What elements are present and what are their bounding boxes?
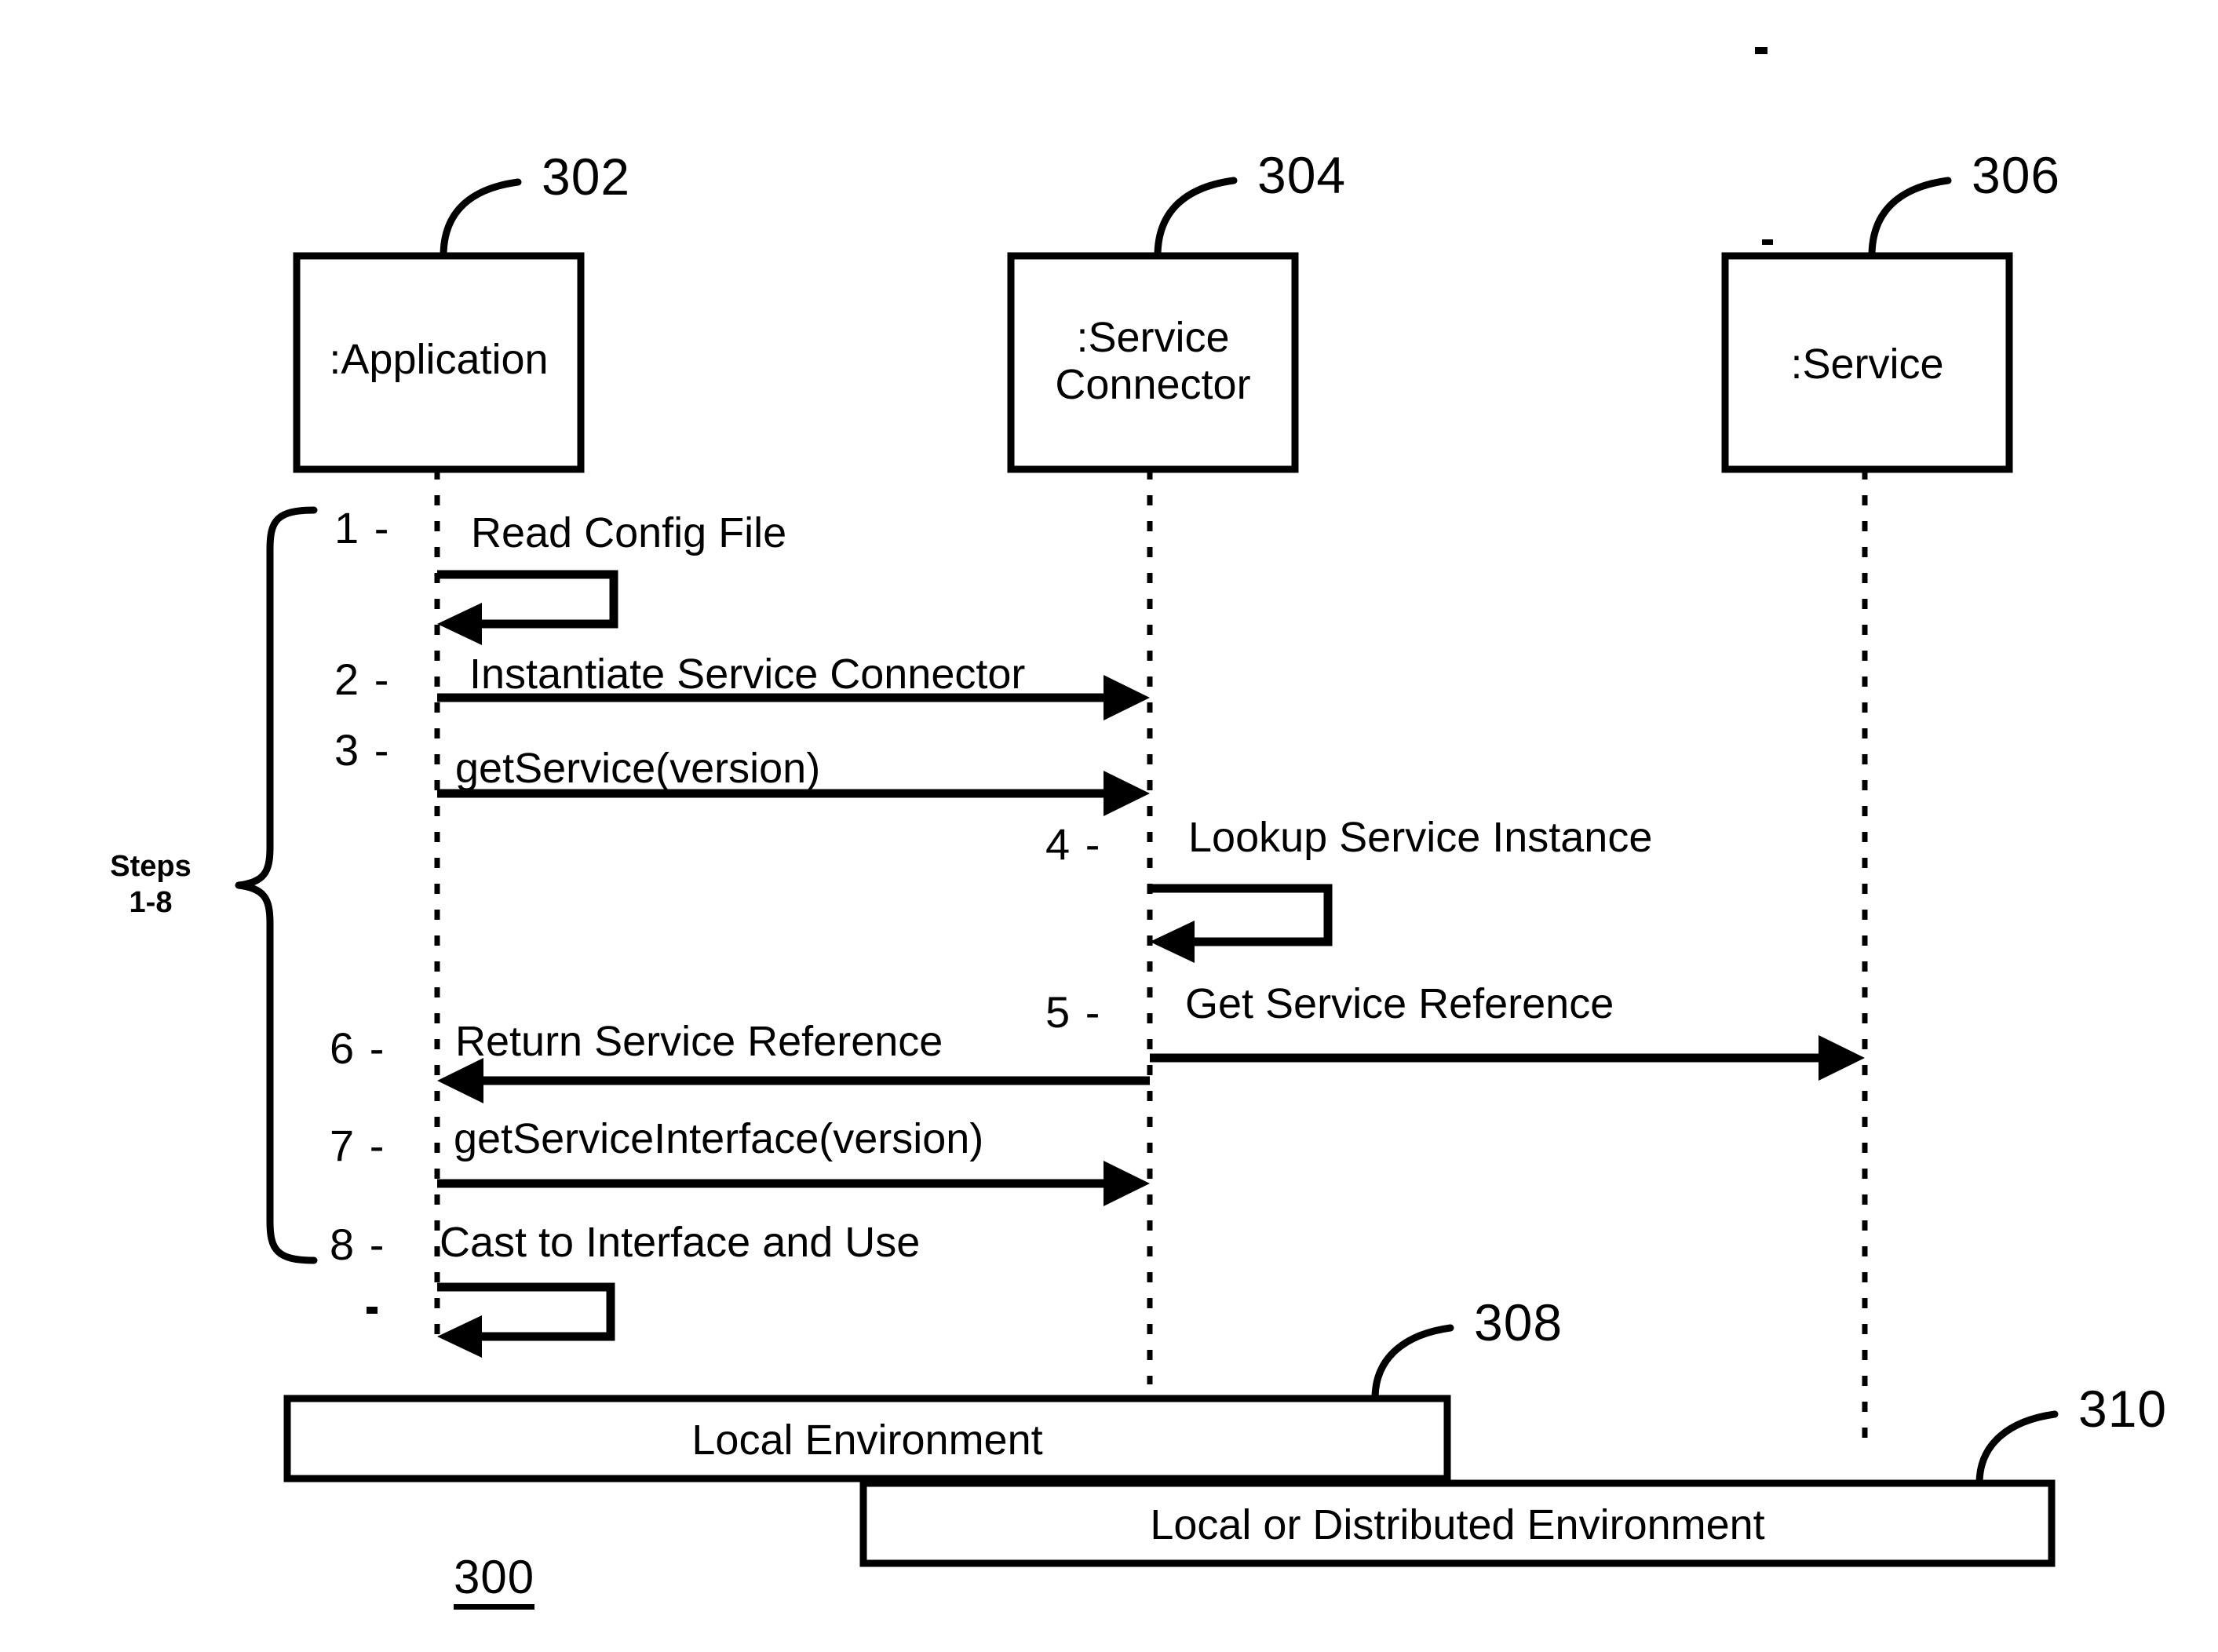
arrowhead-message-1 (437, 603, 482, 645)
reference-numeral-306: 306 (1972, 146, 2061, 204)
figure-number: 300 (454, 1554, 535, 1610)
step-number-6: 6 - (330, 1023, 386, 1073)
message-label-4: Lookup Service Instance (1188, 814, 1653, 861)
step-number-3: 3 - (334, 725, 391, 775)
participant-label-service-connector: :Service Connector (1055, 314, 1251, 409)
patent-figure-300: 302 304 306 308 310 :Application :Servic… (0, 0, 2218, 1652)
steps-bracket-label: Steps 1-8 (110, 850, 192, 919)
leader-306 (1868, 177, 1952, 260)
scan-speck-top (1755, 47, 1767, 54)
band-label-local-environment: Local Environment (691, 1417, 1043, 1464)
reference-numeral-302: 302 (542, 148, 631, 206)
reference-numeral-310: 310 (2078, 1380, 2168, 1438)
step-number-2: 2 - (334, 655, 391, 704)
message-label-1: Read Config File (471, 509, 787, 556)
arrowhead-message-4 (1150, 921, 1195, 963)
message-label-7: getServiceInterface(version) (454, 1115, 984, 1162)
arrowhead-message-8 (437, 1315, 482, 1358)
participant-label-service: :Service (1790, 341, 1944, 388)
message-1-self-call-read-config-file (437, 570, 618, 629)
message-label-5: Get Service Reference (1185, 980, 1614, 1027)
band-label-local-or-distributed-environment: Local or Distributed Environment (1150, 1501, 1765, 1548)
arrowhead-message-2 (1104, 675, 1150, 720)
scan-speck-step8 (367, 1307, 378, 1314)
reference-numeral-304: 304 (1257, 146, 1347, 204)
scan-speck-service (1762, 239, 1773, 245)
step-number-1: 1 - (334, 503, 391, 552)
message-label-6: Return Service Reference (455, 1018, 943, 1065)
diagram-vector-layer (235, 47, 2059, 1567)
message-label-8: Cast to Interface and Use (440, 1219, 921, 1266)
reference-numeral-308: 308 (1474, 1293, 1563, 1351)
step-number-7: 7 - (330, 1121, 386, 1170)
arrowhead-message-7 (1104, 1161, 1150, 1206)
leader-302 (440, 178, 522, 260)
participant-label-application: :Application (329, 336, 549, 383)
leader-310 (1975, 1410, 2059, 1487)
arrowhead-message-5 (1819, 1035, 1865, 1081)
step-number-4: 4 - (1045, 819, 1102, 869)
leader-308 (1371, 1324, 1454, 1402)
step-number-5: 5 - (1045, 987, 1102, 1037)
message-label-2: Instantiate Service Connector (469, 651, 1026, 698)
message-4-self-call-lookup-service-instance (1150, 884, 1333, 946)
leader-304 (1154, 177, 1238, 260)
arrowhead-message-3 (1104, 771, 1150, 816)
message-label-3: getService(version) (455, 745, 821, 792)
message-8-self-call-cast-to-interface (437, 1282, 615, 1341)
steps-brace (235, 506, 318, 1264)
lifelines (434, 469, 1868, 1441)
step-number-8: 8 - (330, 1220, 386, 1269)
